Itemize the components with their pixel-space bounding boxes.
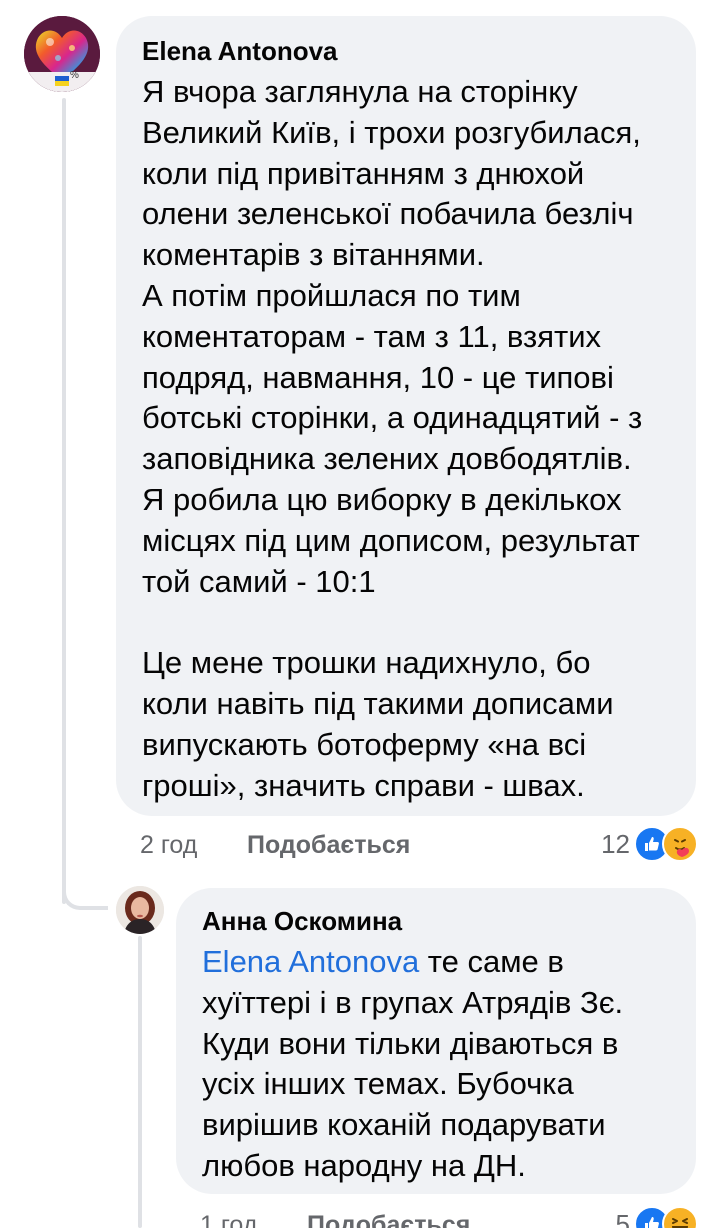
reply-line: хуїттері і в групах Атрядів Зє. — [202, 984, 624, 1020]
mention-link[interactable]: Elena Antonova — [202, 944, 419, 979]
thread-connector-curve — [62, 868, 108, 910]
comment-thread: % Elena Antonova Я вчора заглянула на ст… — [0, 0, 719, 1228]
reply-line: Elena Antonova те саме в — [202, 942, 670, 983]
haha-icon — [662, 1206, 698, 1228]
comment-line: Це мене трошки надихнуло, бо — [142, 645, 591, 681]
reaction-count: 12 — [601, 829, 630, 859]
comment-line: Я вчора заглянула на сторінку — [142, 74, 578, 109]
reactions-summary[interactable]: 12 — [601, 826, 698, 862]
comment-author[interactable]: Elena Antonova — [142, 36, 670, 66]
comment-text: Я вчора заглянула на сторінку Великий Ки… — [142, 72, 670, 806]
comment-line: місцях під цим дописом, результат — [142, 522, 640, 558]
avatar[interactable]: % — [24, 16, 100, 92]
reply-line-rest: те саме в — [419, 944, 564, 979]
reply-line: усіх інших темах. Бубочка — [202, 1066, 574, 1102]
comment-line: коли навіть під такими дописами — [142, 685, 614, 721]
reply-line: вирішив коханій подарувати — [202, 1107, 606, 1143]
reactions-summary[interactable]: 5 — [616, 1206, 698, 1228]
reaction-count: 5 — [615, 1209, 630, 1228]
comment-line: подряд, навмання, 10 - це типові — [142, 359, 614, 395]
person-avatar-image — [116, 886, 164, 934]
comment-line: гроші», значить справи - швах. — [142, 767, 585, 803]
comment-line: коментарів з вітаннями. — [142, 237, 485, 273]
svg-text:%: % — [70, 70, 79, 81]
care-icon — [662, 826, 698, 862]
comment-bubble: Elena Antonova Я вчора заглянула на стор… — [116, 16, 696, 816]
comment-line: коментаторам - там з 11, взятих — [142, 318, 602, 354]
comment-line: Я робила цю виборку в декількох — [142, 481, 622, 517]
comment-line: Великий Київ, і трохи розгубилася, — [142, 114, 641, 150]
reply-author[interactable]: Анна Оскомина — [202, 906, 670, 936]
reply-bubble: Анна Оскомина Elena Antonova те саме в х… — [176, 888, 696, 1194]
comment-line: олени зеленської побачила безліч — [142, 196, 634, 232]
thread-connector-line — [62, 98, 66, 904]
reply-connector-line — [138, 936, 142, 1228]
heart-avatar-image: % — [24, 16, 100, 92]
comment-line: заповідника зелених довбодятлів. — [142, 441, 632, 477]
comment-actions: 2 год Подобається 12 — [140, 826, 700, 862]
comment-line: ботські сторінки, а одинадцятий - з — [142, 400, 643, 436]
comment-line: той самий - 10:1 — [142, 563, 376, 599]
reply-line: любов народну на ДН. — [202, 1147, 526, 1183]
comment-line: випускають ботоферму «на всі — [142, 726, 587, 762]
reply-timestamp[interactable]: 1 год — [200, 1210, 257, 1228]
reply-actions: 1 год Подобається 5 — [200, 1206, 700, 1228]
comment-line: А потім пройшлася по тим — [142, 277, 521, 313]
like-button[interactable]: Подобається — [247, 830, 410, 860]
like-button[interactable]: Подобається — [307, 1210, 470, 1228]
comment-line: коли під привітанням з днюхой — [142, 155, 585, 191]
reply-text: Elena Antonova те саме в хуїттері і в гр… — [202, 942, 670, 1187]
reply-line: Куди вони тільки діваються в — [202, 1025, 619, 1061]
avatar[interactable] — [116, 886, 164, 934]
comment-timestamp[interactable]: 2 год — [140, 830, 197, 860]
